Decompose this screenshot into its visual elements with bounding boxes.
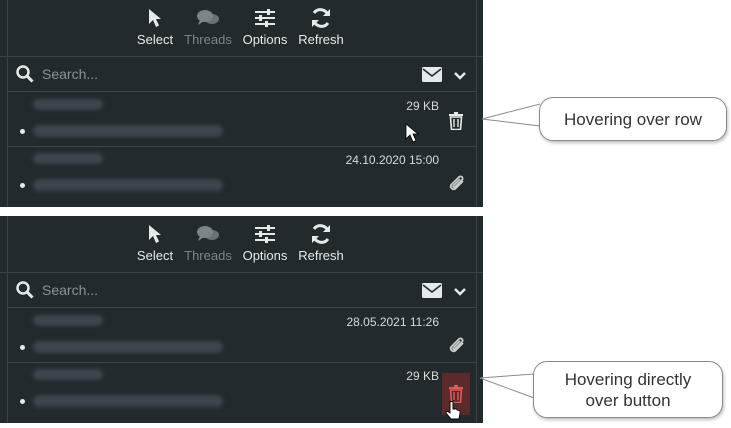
refresh-button[interactable]: Refresh xyxy=(298,6,344,47)
trash-icon[interactable] xyxy=(442,107,470,135)
search-icon xyxy=(16,65,34,88)
refresh-button[interactable]: Refresh xyxy=(298,222,344,263)
chat-bubbles-icon xyxy=(184,6,232,30)
chevron-down-icon[interactable] xyxy=(454,68,466,86)
bottom-panel: Select Threads Options Refresh Search... xyxy=(0,216,483,423)
envelope-icon[interactable] xyxy=(422,283,442,303)
message-size: 29 KB xyxy=(406,369,439,383)
sender-name-blurred xyxy=(33,153,103,164)
search-input[interactable]: Search... xyxy=(42,66,98,82)
chat-bubbles-icon xyxy=(184,222,232,246)
unread-dot xyxy=(20,345,25,350)
subject-blurred xyxy=(33,179,223,191)
callout-hover-button: Hovering directly over button xyxy=(533,361,723,418)
select-button[interactable]: Select xyxy=(136,6,174,47)
paperclip-icon xyxy=(448,337,466,360)
list-item[interactable]: 24.10.2020 15:00 xyxy=(7,147,476,203)
threads-button[interactable]: Threads xyxy=(184,6,232,47)
envelope-icon[interactable] xyxy=(422,67,442,87)
subject-blurred xyxy=(33,341,223,353)
message-size: 29 KB xyxy=(406,99,439,113)
sender-name-blurred xyxy=(33,315,103,326)
chevron-down-icon[interactable] xyxy=(454,284,466,302)
search-input[interactable]: Search... xyxy=(42,282,98,298)
toolbar: Select Threads Options Refresh xyxy=(0,0,483,57)
search-icon xyxy=(16,281,34,304)
sliders-icon xyxy=(242,222,288,246)
search-bar[interactable]: Search... xyxy=(7,273,476,308)
threads-button[interactable]: Threads xyxy=(184,222,232,263)
callout-hover-row: Hovering over row xyxy=(539,97,727,141)
options-button[interactable]: Options xyxy=(242,6,288,47)
hand-pointer-icon xyxy=(445,401,461,423)
mouse-pointer-icon xyxy=(405,123,420,148)
toolbar: Select Threads Options Refresh xyxy=(0,216,483,273)
top-panel: Select Threads Options Refresh Search... xyxy=(0,0,483,207)
message-date: 24.10.2020 15:00 xyxy=(345,153,439,167)
subject-blurred xyxy=(33,395,223,407)
callout-pointer-row xyxy=(481,103,541,127)
subject-blurred xyxy=(33,125,223,137)
paperclip-icon xyxy=(448,175,466,198)
sender-name-blurred xyxy=(33,369,103,380)
list-item[interactable]: 29 KB xyxy=(7,363,476,420)
refresh-icon xyxy=(298,222,344,246)
cursor-icon xyxy=(136,222,174,246)
sliders-icon xyxy=(242,6,288,30)
callout-pointer-button xyxy=(479,373,535,399)
select-button[interactable]: Select xyxy=(136,222,174,263)
sender-name-blurred xyxy=(33,99,103,110)
refresh-icon xyxy=(298,6,344,30)
search-bar[interactable]: Search... xyxy=(7,57,476,92)
unread-dot xyxy=(20,129,25,134)
list-item[interactable]: 28.05.2021 11:26 xyxy=(7,309,476,363)
options-button[interactable]: Options xyxy=(242,222,288,263)
cursor-icon xyxy=(136,6,174,30)
list-item[interactable]: 29 KB xyxy=(7,93,476,147)
unread-dot xyxy=(20,183,25,188)
message-date: 28.05.2021 11:26 xyxy=(346,315,439,329)
unread-dot xyxy=(20,399,25,404)
